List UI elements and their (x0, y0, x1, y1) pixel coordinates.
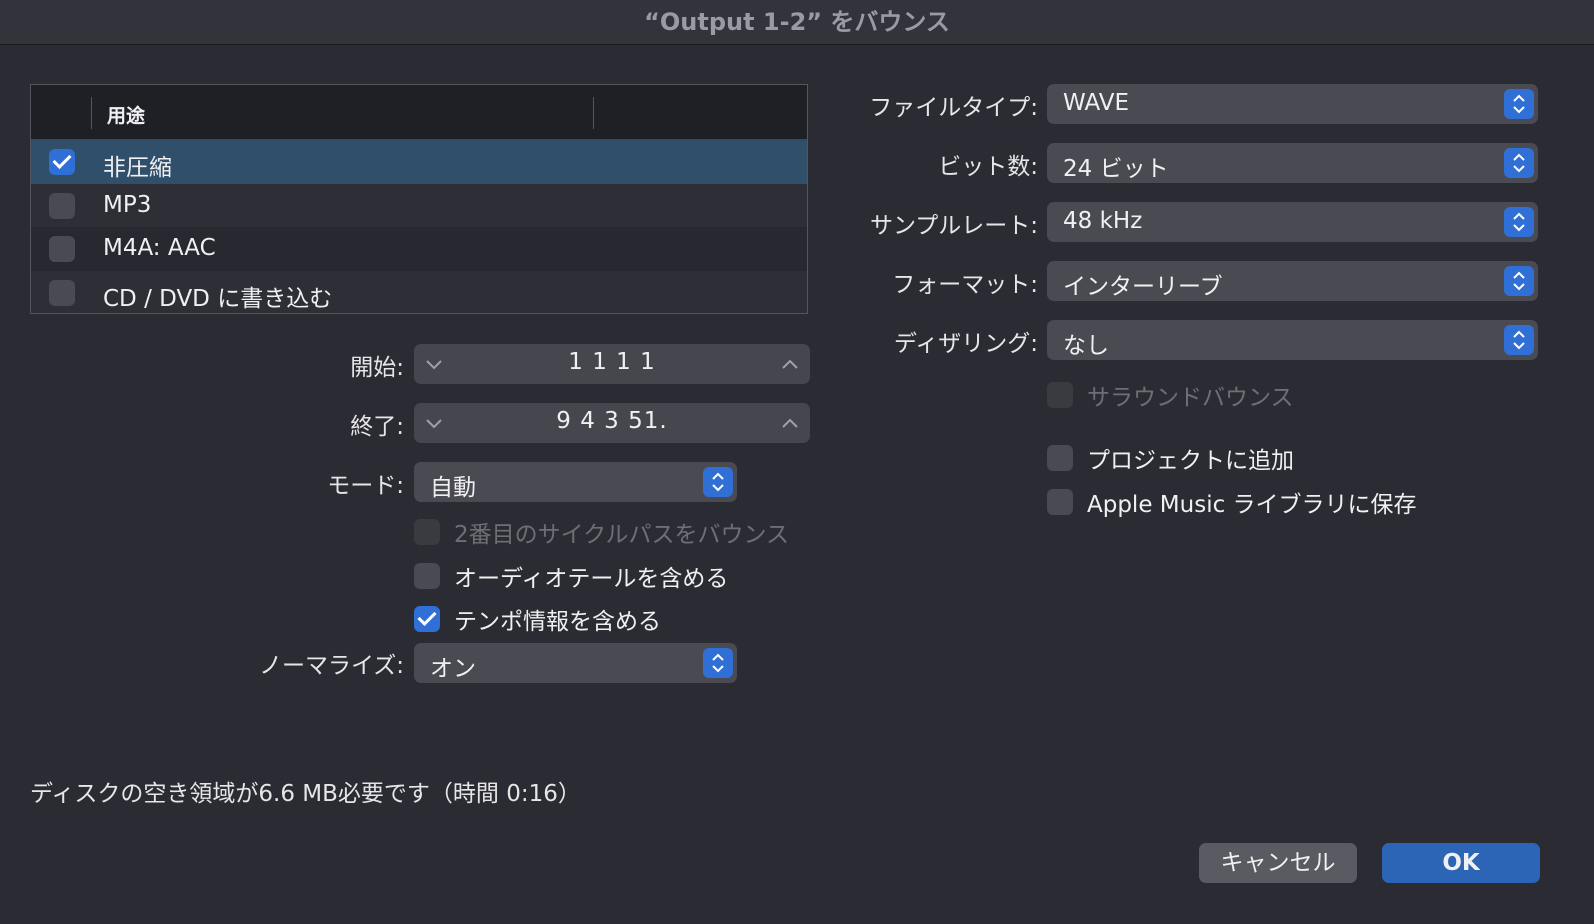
column-divider (91, 97, 92, 129)
end-label: 終了: (350, 414, 404, 440)
add-to-project-label: プロジェクトに追加 (1087, 448, 1294, 474)
up-down-arrows-icon (1504, 325, 1534, 355)
mode-popup[interactable]: 自動 (414, 462, 737, 502)
bit-depth-value: 24 ビット (1063, 156, 1169, 182)
row-label: MP3 (103, 191, 152, 218)
second-cycle-checkbox[interactable] (414, 519, 440, 545)
sample-rate-value: 48 kHz (1063, 208, 1143, 234)
ok-button[interactable]: OK (1382, 843, 1540, 883)
format-popup[interactable]: インターリーブ (1047, 261, 1538, 301)
format-value: インターリーブ (1063, 274, 1223, 300)
sample-rate-popup[interactable]: 48 kHz (1047, 202, 1538, 242)
tempo-info-checkbox[interactable] (414, 606, 440, 632)
surround-bounce-option: サラウンドバウンス (1047, 378, 1294, 412)
dither-value: なし (1063, 333, 1109, 359)
table-row[interactable]: MP3 (31, 184, 807, 228)
title-bar: “Output 1-2” をバウンス (0, 0, 1594, 45)
audio-tail-option: オーディオテールを含める (414, 559, 728, 593)
second-cycle-label: 2番目のサイクルパスをバウンス (454, 522, 790, 548)
dither-popup[interactable]: なし (1047, 320, 1538, 360)
cancel-button[interactable]: キャンセル (1199, 843, 1357, 883)
up-down-arrows-icon (1504, 207, 1534, 237)
mode-value: 自動 (430, 475, 476, 501)
table-row[interactable]: 非圧縮 (31, 140, 807, 184)
up-down-arrows-icon (1504, 266, 1534, 296)
table-header: 用途 (31, 85, 807, 140)
add-to-music-checkbox[interactable] (1047, 489, 1073, 515)
dither-label: ディザリング: (893, 331, 1038, 357)
tempo-info-option: テンポ情報を含める (414, 602, 661, 636)
table-row[interactable]: M4A: AAC (31, 227, 807, 271)
add-to-music-label: Apple Music ライブラリに保存 (1087, 492, 1417, 518)
burn-cd-checkbox[interactable] (49, 279, 75, 306)
add-to-music-option: Apple Music ライブラリに保存 (1047, 485, 1417, 519)
up-down-arrows-icon (1504, 148, 1534, 178)
surround-bounce-label: サラウンドバウンス (1087, 385, 1294, 411)
up-down-arrows-icon (703, 648, 733, 678)
mp3-checkbox[interactable] (49, 192, 75, 219)
add-to-project-option: プロジェクトに追加 (1047, 441, 1294, 475)
second-cycle-option: 2番目のサイクルパスをバウンス (414, 515, 789, 549)
end-value[interactable]: 9 4 3 51. (414, 408, 810, 434)
file-type-value: WAVE (1063, 90, 1130, 116)
column-divider (593, 97, 594, 129)
tempo-info-label: テンポ情報を含める (454, 609, 661, 635)
uncompressed-checkbox[interactable] (49, 149, 75, 175)
chevron-up-icon[interactable] (780, 413, 800, 433)
mode-label: モード: (327, 473, 404, 499)
disk-space-info: ディスクの空き領域が6.6 MB必要です（時間 0:16） (30, 781, 581, 807)
chevron-up-icon[interactable] (780, 354, 800, 374)
normalize-value: オン (430, 656, 476, 682)
column-header-destination[interactable]: 用途 (107, 101, 145, 128)
file-type-label: ファイルタイプ: (869, 95, 1038, 121)
end-position-field[interactable]: 9 4 3 51. (414, 403, 810, 443)
format-label: フォーマット: (892, 272, 1038, 298)
row-label: 非圧縮 (103, 155, 172, 181)
m4a-checkbox[interactable] (49, 236, 75, 262)
add-to-project-checkbox[interactable] (1047, 445, 1073, 471)
up-down-arrows-icon (1504, 89, 1534, 119)
bit-depth-label: ビット数: (938, 154, 1038, 180)
file-type-popup[interactable]: WAVE (1047, 84, 1538, 124)
normalize-label: ノーマライズ: (258, 653, 404, 679)
sample-rate-label: サンプルレート: (869, 213, 1038, 239)
window-title: “Output 1-2” をバウンス (644, 8, 950, 36)
row-label: M4A: AAC (103, 235, 216, 261)
row-label: CD / DVD に書き込む (103, 285, 333, 312)
start-label: 開始: (350, 355, 404, 381)
normalize-popup[interactable]: オン (414, 643, 737, 683)
table-row[interactable]: CD / DVD に書き込む (31, 271, 807, 315)
start-value[interactable]: 1 1 1 1 (414, 349, 810, 375)
start-position-field[interactable]: 1 1 1 1 (414, 344, 810, 384)
bit-depth-popup[interactable]: 24 ビット (1047, 143, 1538, 183)
audio-tail-checkbox[interactable] (414, 563, 440, 589)
surround-bounce-checkbox[interactable] (1047, 382, 1073, 408)
audio-tail-label: オーディオテールを含める (454, 566, 729, 592)
up-down-arrows-icon (703, 467, 733, 497)
destination-table: 用途 非圧縮 MP3 M4A: AAC CD / DVD に書き込む (30, 84, 808, 314)
